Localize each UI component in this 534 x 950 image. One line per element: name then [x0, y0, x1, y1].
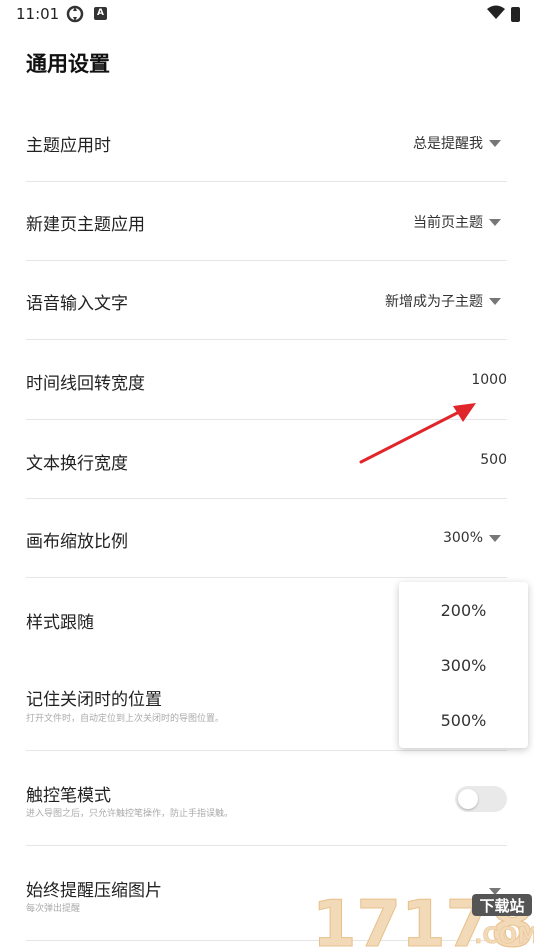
setting-value-input[interactable]: 500 [480, 452, 507, 468]
setting-value: 总是提醒我 [413, 136, 483, 152]
setting-label: 触控笔模式 [26, 786, 111, 806]
annotation-arrow-icon [359, 403, 476, 464]
setting-label: 主题应用时 [26, 136, 111, 156]
setting-canvas-zoom[interactable]: 画布缩放比例 300% [26, 499, 507, 578]
svg-text:下载站: 下载站 [479, 897, 524, 915]
setting-theme-apply[interactable]: 主题应用时 总是提醒我 [26, 103, 507, 182]
status-time: 11:01 [16, 5, 60, 23]
setting-label: 记住关闭时的位置 [26, 690, 162, 710]
a-notification-icon: A [94, 7, 107, 20]
setting-label: 语音输入文字 [26, 294, 128, 314]
page-title: 通用设置 [26, 52, 110, 76]
setting-value-dropdown[interactable]: 新增成为子主题 [385, 291, 507, 311]
setting-label: 样式跟随 [26, 613, 94, 633]
caret-down-icon [489, 218, 501, 226]
setting-label: 文本换行宽度 [26, 454, 128, 474]
dropdown-option-200[interactable]: 200% [399, 583, 528, 638]
setting-stylus-mode[interactable]: 触控笔模式 进入导图之后，只允许触控笔操作，防止手指误触。 [26, 751, 507, 846]
caret-down-icon [489, 139, 501, 147]
dropdown-option-300[interactable]: 300% [399, 638, 528, 693]
battery-icon [511, 7, 520, 22]
dropdown-option-500[interactable]: 500% [399, 693, 528, 748]
setting-description: 每次弹出提醒 [26, 904, 81, 914]
setting-label: 新建页主题应用 [26, 215, 145, 235]
setting-new-page-theme[interactable]: 新建页主题应用 当前页主题 [26, 182, 507, 261]
setting-label: 画布缩放比例 [26, 532, 128, 552]
setting-description: 打开文件时，自动定位到上次关闭时的导图位置。 [26, 714, 225, 724]
setting-value: 新增成为子主题 [385, 294, 483, 310]
wifi-icon [487, 5, 505, 24]
stylus-mode-toggle[interactable] [455, 786, 507, 812]
toggle-knob [458, 789, 478, 809]
setting-label: 始终提醒压缩图片 [26, 881, 162, 901]
setting-value-dropdown[interactable]: 当前页主题 [413, 212, 507, 232]
setting-voice-input[interactable]: 语音输入文字 新增成为子主题 [26, 261, 507, 340]
setting-description: 进入导图之后，只允许触控笔操作，防止手指误触。 [26, 809, 234, 819]
setting-value-dropdown[interactable]: 300% [443, 530, 507, 546]
caret-down-icon [489, 534, 501, 542]
setting-label: 时间线回转宽度 [26, 374, 145, 394]
svg-text:.COM: .COM [474, 924, 534, 949]
caret-down-icon [489, 297, 501, 305]
setting-value: 300% [442, 530, 483, 546]
setting-value-input[interactable]: 1000 [471, 372, 507, 388]
sync-icon [66, 5, 84, 27]
zoom-dropdown-menu: 200% 300% 500% [399, 582, 528, 748]
site-watermark-logo: 17178 下载站 .COM [312, 888, 534, 950]
setting-value-dropdown[interactable]: 总是提醒我 [413, 133, 507, 153]
status-bar: 11:01 A [0, 0, 534, 28]
setting-value: 当前页主题 [413, 215, 483, 231]
